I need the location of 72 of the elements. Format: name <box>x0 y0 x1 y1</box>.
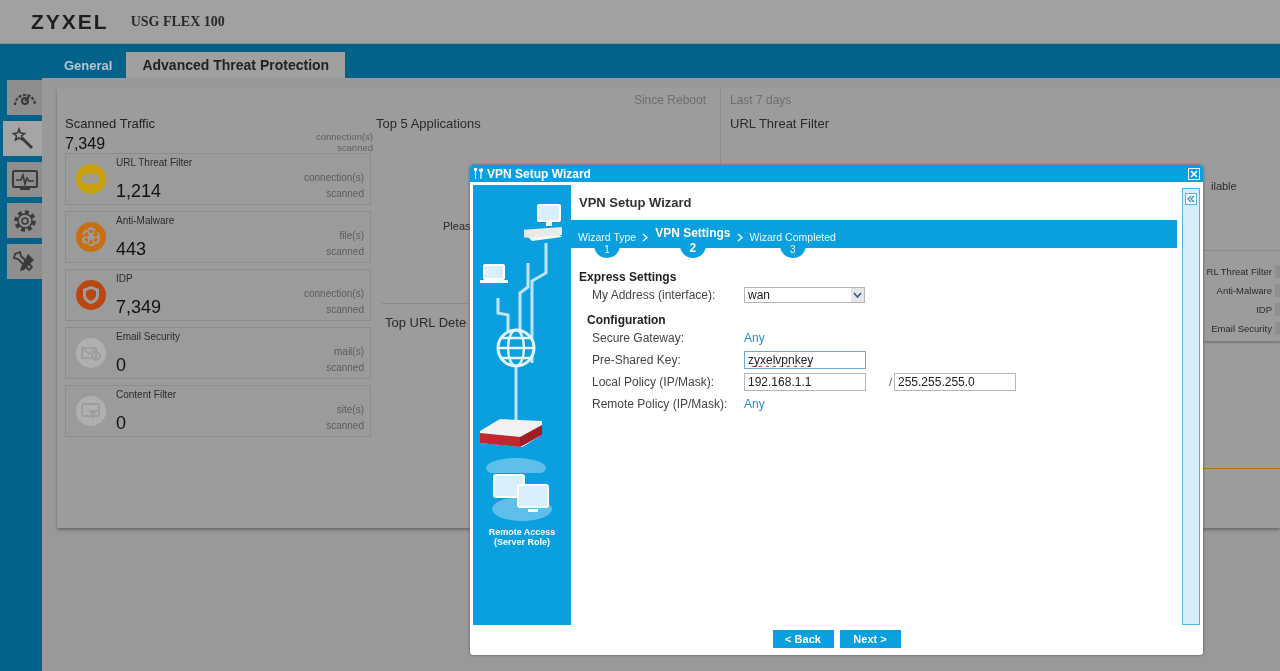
value-link[interactable]: Any <box>744 397 765 411</box>
legend-label: IDP <box>1256 304 1272 315</box>
magic-wand-icon <box>10 126 35 151</box>
unit-label: scanned <box>326 303 364 315</box>
brand-logo: ZYXEL <box>31 9 109 34</box>
input-field[interactable]: 192.168.1.1 <box>744 373 866 391</box>
stat-count: 443 <box>116 239 148 260</box>
wizard-button[interactable]: Next > <box>839 630 901 648</box>
unit-label: scanned <box>326 419 364 431</box>
empty-message: Pleas <box>443 220 471 232</box>
sidebar-item[interactable] <box>7 244 42 279</box>
section-title: URL Threat Filter <box>730 116 830 131</box>
section-title: Scanned Traffic <box>65 116 157 131</box>
field-label: My Address (interface): <box>592 288 717 302</box>
scanned-count: 7,349 <box>65 135 106 153</box>
sidebar-item[interactable] <box>3 121 42 156</box>
stat-count: 7,349 <box>116 297 163 318</box>
wizard-step[interactable]: Wizard Completed 3 <box>749 220 836 258</box>
sidebar-item[interactable] <box>7 80 42 115</box>
legend-label: RL Threat Filter <box>1206 266 1272 277</box>
wizard-heading: VPN Setup Wizard <box>578 194 693 212</box>
unit-label: file(s) <box>339 229 364 241</box>
stat-count: 1,214 <box>116 181 163 202</box>
legend-label: Email Security <box>1211 323 1272 334</box>
model-name: USG FLEX 100 <box>130 13 225 30</box>
tools-icon <box>473 167 484 180</box>
close-icon[interactable] <box>1188 167 1200 180</box>
unit-label: scanned <box>326 361 364 373</box>
stat-name: IDP <box>116 273 134 284</box>
chevron-icon <box>642 233 650 242</box>
section-title: Express Settings <box>579 270 678 284</box>
section-title: Top URL Dete <box>385 315 467 330</box>
empty-message: ilable <box>1211 180 1237 192</box>
chevron-icon <box>736 233 744 242</box>
field-label: Pre-Shared Key: <box>592 353 682 367</box>
dialog-title: VPN Setup Wizard <box>487 166 592 181</box>
caret-icon <box>851 288 864 302</box>
role-label: Remote Access (Server Role) <box>487 527 557 547</box>
collapse-icon[interactable] <box>1185 193 1197 205</box>
stat-name: Email Security <box>116 331 181 342</box>
input-field[interactable]: zyxelvpnkey <box>744 351 866 369</box>
remote-monitors-icon <box>490 473 554 521</box>
stat-count: 0 <box>116 355 127 376</box>
wizard-step[interactable]: VPN Settings 2 <box>655 220 731 258</box>
settings-icon <box>11 207 38 234</box>
unit-label: scanned <box>326 187 364 199</box>
wizard-button[interactable]: < Back <box>772 630 834 648</box>
input-field[interactable]: 255.255.255.0 <box>894 373 1016 391</box>
tab[interactable]: General <box>50 52 127 78</box>
unit-label: site(s) <box>336 403 364 415</box>
unit-label: scanned <box>326 245 364 257</box>
unit-label: connection(s) <box>303 171 364 183</box>
unit-label: mail(s) <box>334 345 364 357</box>
pulse-monitor-icon <box>11 169 38 190</box>
section-title: Top 5 Applications <box>376 116 482 131</box>
field-label: Remote Policy (IP/Mask): <box>592 397 729 411</box>
stat-name: URL Threat Filter <box>116 157 194 168</box>
value-link[interactable]: Any <box>744 331 765 345</box>
field-label: Secure Gateway: <box>592 331 686 345</box>
sidebar-item[interactable] <box>7 203 42 238</box>
stat-count: 0 <box>116 413 127 434</box>
unit-label: connection(s) <box>303 287 364 299</box>
legend-label: Anti-Malware <box>1216 285 1272 296</box>
stat-name: Content Filter <box>116 389 178 400</box>
separator-label: / <box>889 376 894 388</box>
tab[interactable]: Advanced Threat Protection <box>126 52 346 78</box>
sidebar-item[interactable] <box>7 162 42 197</box>
field-label: Local Policy (IP/Mask): <box>592 375 716 389</box>
wizard-step[interactable]: Wizard Type 1 <box>578 220 637 258</box>
stat-name: Anti-Malware <box>116 215 176 226</box>
interface-select[interactable]: wan <box>744 287 865 303</box>
section-title: Configuration <box>586 313 667 327</box>
